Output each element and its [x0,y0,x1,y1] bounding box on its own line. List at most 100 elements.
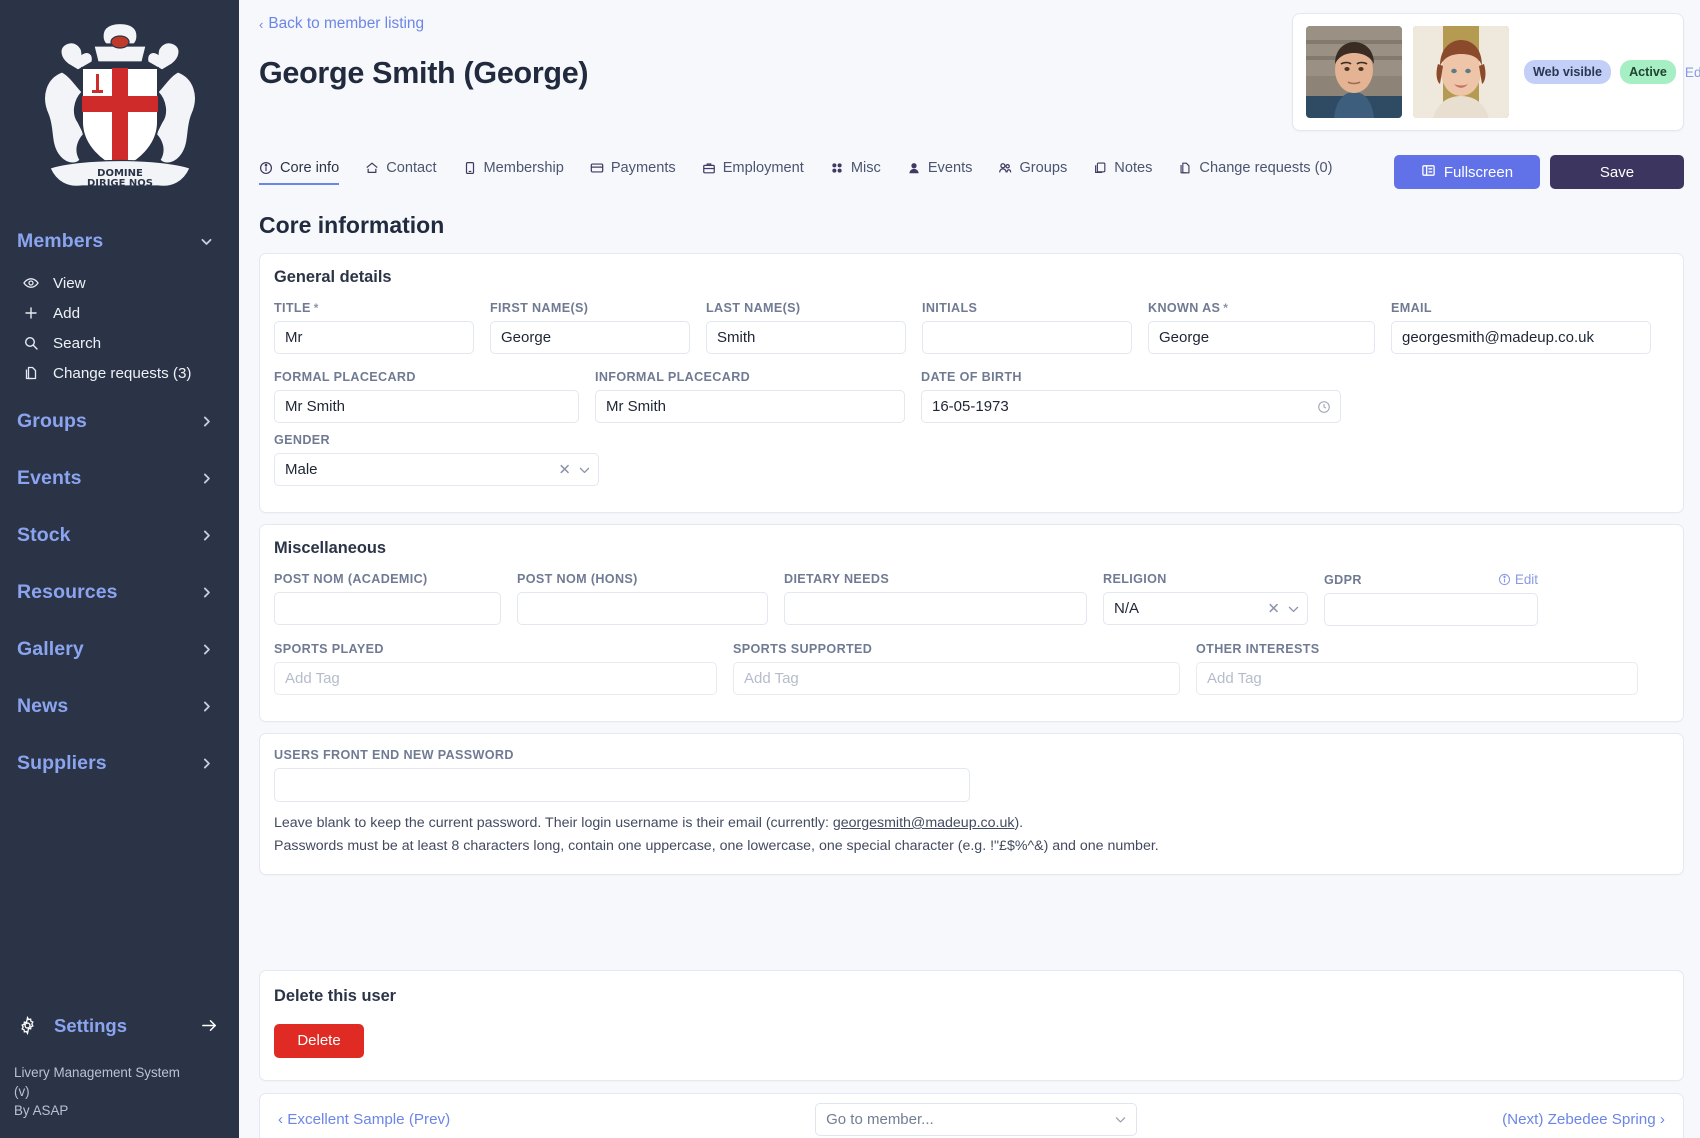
prev-member-link[interactable]: ‹ Excellent Sample (Prev) [278,1111,450,1128]
info-circle-icon [1498,573,1511,586]
sports-played-tag-input[interactable]: Add Tag [274,662,717,695]
sidebar-group-header-resources[interactable]: Resources [0,565,239,620]
first-name-input[interactable]: George [490,321,690,354]
next-member-link[interactable]: (Next) Zebedee Spring › [1502,1111,1665,1128]
chevron-down-icon[interactable] [1287,602,1300,615]
new-password-input[interactable] [274,768,970,802]
sports-supported-tag-input[interactable]: Add Tag [733,662,1180,695]
sidebar-group-header-members[interactable]: Members [0,220,239,263]
tab-label: Change requests (0) [1199,160,1332,176]
field-label: LAST NAME(S) [706,301,906,315]
field-gdpr: GDPR Edit [1324,572,1538,626]
initials-input[interactable] [922,321,1132,354]
go-to-member-value: Go to member... [826,1111,934,1128]
tab-payments[interactable]: Payments [590,160,690,185]
gdpr-input[interactable] [1324,593,1538,626]
helper-email-link[interactable]: georgesmith@madeup.co.uk [833,815,1015,831]
chevron-right-icon [200,643,213,656]
field-last-name: LAST NAME(S) Smith [706,301,922,354]
go-to-member-select[interactable]: Go to member... [815,1103,1137,1136]
gdpr-edit-label: Edit [1515,572,1538,587]
date-of-birth-input[interactable]: 16-05-1973 [921,390,1341,423]
sidebar-footer-line1: Livery Management System [14,1063,225,1082]
tab-label: Notes [1114,160,1152,176]
card-password: USERS FRONT END NEW PASSWORD Leave blank… [259,733,1684,875]
field-label: RELIGION [1103,572,1308,586]
fullscreen-icon [1421,163,1436,182]
tab-notes[interactable]: Notes [1093,160,1166,185]
dietary-needs-input[interactable] [784,592,1087,625]
field-dietary-needs: DIETARY NEEDS [784,572,1103,626]
password-helper-line-2: Passwords must be at least 8 characters … [274,836,1669,857]
field-label: FIRST NAME(S) [490,301,690,315]
post-nom-academic-input[interactable] [274,592,501,625]
misc-fields-row-1: POST NOM (ACADEMIC) POST NOM (HONS) DIET… [274,572,1669,636]
tab-change-requests[interactable]: Change requests (0) [1178,160,1346,185]
sidebar-group-header-events[interactable]: Events [0,451,239,506]
tab-employment[interactable]: Employment [702,160,818,185]
sidebar-item-label: Add [53,305,80,322]
tab-misc[interactable]: Misc [830,160,895,185]
delete-button[interactable]: Delete [274,1024,364,1058]
avatar-secondary[interactable] [1413,26,1509,118]
chevron-down-icon [1114,1113,1127,1126]
back-to-member-listing-link[interactable]: ‹ Back to member listing [259,15,424,33]
field-label: SPORTS SUPPORTED [733,642,1180,656]
field-label: GDPR Edit [1324,572,1538,587]
card-miscellaneous: Miscellaneous POST NOM (ACADEMIC) POST N… [259,524,1684,722]
tab-label: Misc [851,160,881,176]
user-badge-icon [907,161,921,175]
tab-groups[interactable]: Groups [998,160,1081,185]
field-date-of-birth: DATE OF BIRTH 16-05-1973 [921,370,1357,423]
sidebar-item-settings[interactable]: Settings [0,1005,239,1047]
field-other-interests: OTHER INTERESTS Add Tag [1196,642,1638,695]
fullscreen-button[interactable]: Fullscreen [1394,155,1540,189]
email-input[interactable]: georgesmith@madeup.co.uk [1391,321,1651,354]
sidebar-group-label: Events [17,467,82,490]
field-informal-placecard: INFORMAL PLACECARD Mr Smith [595,370,921,423]
sidebar-group-header-news[interactable]: News [0,679,239,734]
sidebar-group-header-stock[interactable]: Stock [0,508,239,563]
informal-placecard-input[interactable]: Mr Smith [595,390,905,423]
avatar-primary[interactable] [1306,26,1402,118]
other-interests-tag-input[interactable]: Add Tag [1196,662,1638,695]
sidebar-group-header-gallery[interactable]: Gallery [0,622,239,677]
clock-icon[interactable] [1317,400,1331,414]
tab-membership[interactable]: Membership [463,160,578,185]
search-icon [22,335,39,352]
tab-bar: Core info Contact Membership [239,150,1700,194]
field-known-as: KNOWN AS* George [1148,301,1391,354]
sidebar-group-events: Events [0,451,239,506]
sidebar-item-add[interactable]: Add [0,298,239,328]
sidebar-group-groups: Groups [0,394,239,449]
tab-label: Core info [280,160,339,176]
sidebar-group-label: News [17,695,68,718]
save-button[interactable]: Save [1550,155,1684,189]
sidebar-item-search[interactable]: Search [0,328,239,358]
tab-core-info[interactable]: Core info [259,160,353,185]
label-text: KNOWN AS [1148,301,1220,315]
profile-badges: Web visible Active Edit [1524,60,1700,84]
chevron-down-icon[interactable] [578,463,591,476]
clear-icon[interactable]: ✕ [1267,601,1280,616]
field-label: INITIALS [922,301,1132,315]
sidebar-item-view[interactable]: View [0,268,239,298]
gender-select[interactable]: Male [274,453,599,486]
sidebar-footer-line3: By ASAP [14,1101,225,1120]
tab-contact[interactable]: Contact [365,160,450,185]
formal-placecard-input[interactable]: Mr Smith [274,390,579,423]
general-fields-row-1: TITLE* Mr FIRST NAME(S) George LAST NAME… [274,301,1669,364]
title-input[interactable]: Mr [274,321,474,354]
clear-icon[interactable]: ✕ [558,462,571,477]
gdpr-edit-link[interactable]: Edit [1498,572,1538,587]
profile-edit-link[interactable]: Edit [1685,65,1700,80]
tab-events[interactable]: Events [907,160,987,185]
sidebar-group-header-groups[interactable]: Groups [0,394,239,449]
sidebar-item-change-requests[interactable]: Change requests (3) [0,358,239,388]
field-formal-placecard: FORMAL PLACECARD Mr Smith [274,370,595,423]
known-as-input[interactable]: George [1148,321,1375,354]
sidebar-group-header-suppliers[interactable]: Suppliers [0,736,239,791]
field-label: INFORMAL PLACECARD [595,370,905,384]
post-nom-hons-input[interactable] [517,592,768,625]
last-name-input[interactable]: Smith [706,321,906,354]
